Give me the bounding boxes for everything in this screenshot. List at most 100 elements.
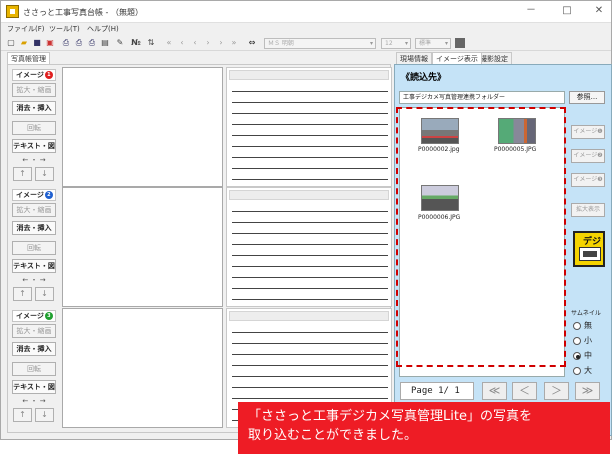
print-setup-icon[interactable]: ⎙	[87, 38, 97, 48]
number-icon[interactable]: №	[131, 38, 141, 48]
menu-tools[interactable]: ツール(T)	[49, 24, 80, 34]
image-label-3: イメージ 3	[12, 310, 56, 322]
digicame-link-button[interactable]: デジ	[573, 231, 605, 267]
info-line	[232, 146, 388, 147]
tab-image-view[interactable]: イメージ表示	[432, 52, 482, 64]
first-page-button[interactable]: ≪	[482, 382, 507, 400]
info-column-2[interactable]	[226, 187, 392, 307]
move-down-button[interactable]: ↓	[35, 167, 54, 181]
caption-banner: 「ささっと工事デジカメ写真管理Lite」の写真を 取り込むことができました。	[238, 402, 610, 454]
chevron-down-icon: ▾	[369, 40, 373, 47]
new-file-icon[interactable]: ▢	[6, 38, 16, 48]
page-indicator: Page 1/ 1	[400, 382, 474, 400]
info-line	[232, 299, 388, 300]
printer-icon[interactable]: ▤	[100, 38, 110, 48]
badge-3: 3	[44, 312, 53, 320]
font-size-combo[interactable]: 12 ▾	[381, 38, 411, 49]
banner-line-1: 「ささっと工事デジカメ写真管理Lite」の写真を	[248, 409, 532, 424]
next-page-button[interactable]: ＞	[544, 382, 569, 400]
window-title: ささっと工事写真台帳 - （無題）	[23, 8, 143, 17]
move-down-button[interactable]: ↓	[35, 287, 54, 301]
last-page-icon[interactable]: »	[229, 38, 239, 48]
radio-none[interactable]: 無	[573, 320, 592, 331]
enlarge-view-button[interactable]: 拡大表示	[571, 203, 605, 217]
send-to-image-3-button[interactable]: イメージ❸	[571, 173, 605, 187]
move-up-button[interactable]: ↑	[13, 287, 32, 301]
arrow-controls[interactable]: ← ・ →	[12, 396, 56, 406]
prev-icon[interactable]: ‹	[190, 38, 200, 48]
right-pane: 現場情報 イメージ表示 撮影設定 《読込先》 工事デジカメ写真管理連携フォルダー…	[394, 52, 612, 437]
photo-slot-2[interactable]	[62, 187, 223, 307]
info-line	[232, 255, 388, 256]
move-up-button[interactable]: ↑	[13, 408, 32, 422]
print-icon[interactable]: ⎙	[74, 38, 84, 48]
digicame-label: デジ	[583, 237, 602, 247]
info-line	[232, 277, 388, 278]
font-name-combo[interactable]: ＭＳ 明朝 ▾	[264, 38, 376, 49]
menu-file[interactable]: ファイル(F)	[7, 24, 45, 34]
info-line	[232, 332, 388, 333]
send-to-image-2-button[interactable]: イメージ❷	[571, 149, 605, 163]
text-figure-button[interactable]: テキスト・図	[12, 139, 56, 153]
erase-insert-button[interactable]: 消去・挿入	[12, 342, 56, 356]
close-button[interactable]: ✕	[589, 4, 609, 18]
arrow-controls[interactable]: ← ・ →	[12, 275, 56, 285]
prev-block-icon[interactable]: ‹	[177, 38, 187, 48]
text-figure-button[interactable]: テキスト・図	[12, 259, 56, 273]
photo-block-2: イメージ 2 拡大・縮画 消去・挿入 回転 テキスト・図 ← ・ → ↑ ↓	[8, 187, 392, 307]
font-style-combo[interactable]: 標準 ▾	[415, 38, 451, 49]
photo-album-pane: イメージ 1 拡大・縮画 消去・挿入 回転 テキスト・図 ← ・ → ↑ ↓ イ…	[7, 64, 392, 433]
tab-site-info[interactable]: 現場情報	[396, 52, 432, 64]
radio-medium[interactable]: 中	[573, 350, 592, 361]
open-folder-icon[interactable]: ▰	[19, 38, 29, 48]
highlight-dashed-frame	[396, 107, 566, 367]
print-preview-icon[interactable]: ⎙	[61, 38, 71, 48]
font-name-value: ＭＳ 明朝	[268, 40, 294, 47]
chevron-down-icon: ▾	[444, 40, 448, 47]
move-up-button[interactable]: ↑	[13, 167, 32, 181]
maximize-button[interactable]: □	[557, 4, 577, 18]
pen-icon[interactable]: ✎	[115, 38, 125, 48]
arrow-controls[interactable]: ← ・ →	[12, 155, 56, 165]
info-line	[232, 354, 388, 355]
send-to-image-1-button[interactable]: イメージ❶	[571, 125, 605, 139]
radio-small[interactable]: 小	[573, 335, 592, 346]
zoom-button[interactable]: 拡大・縮画	[12, 83, 56, 97]
radio-large[interactable]: 大	[573, 365, 592, 376]
prev-page-button[interactable]: ＜	[512, 382, 537, 400]
save-icon[interactable]: ■	[32, 38, 42, 48]
browse-button[interactable]: 参照...	[569, 91, 605, 104]
photo-slot-3[interactable]	[62, 308, 223, 428]
erase-insert-button[interactable]: 消去・挿入	[12, 221, 56, 235]
tab-photo-album[interactable]: 写真帳管理	[7, 52, 50, 64]
color-swatch[interactable]	[455, 38, 465, 48]
next-block-icon[interactable]: ›	[216, 38, 226, 48]
font-style-value: 標準	[419, 40, 432, 47]
menu-help[interactable]: ヘルプ(H)	[87, 24, 119, 34]
sort-icon[interactable]: ⇅	[146, 38, 156, 48]
rotate-button[interactable]: 回転	[12, 241, 56, 255]
pdf-icon[interactable]: ▣	[45, 38, 55, 48]
info-line	[232, 343, 388, 344]
zoom-button[interactable]: 拡大・縮画	[12, 324, 56, 338]
swap-arrows-icon[interactable]: ⇔	[247, 38, 257, 48]
menu-bar: ファイル(F) ツール(T) ヘルプ(H)	[1, 23, 611, 36]
info-column-1[interactable]	[226, 67, 392, 187]
move-down-button[interactable]: ↓	[35, 408, 54, 422]
source-folder-field[interactable]: 工事デジカメ写真管理連携フォルダー	[399, 91, 565, 104]
info-line	[232, 266, 388, 267]
info-line	[232, 288, 388, 289]
photo-slot-1[interactable]	[62, 67, 223, 187]
badge-2: 2	[44, 191, 53, 199]
erase-insert-button[interactable]: 消去・挿入	[12, 101, 56, 115]
minimize-button[interactable]: －	[521, 4, 541, 18]
info-line	[232, 135, 388, 136]
next-icon[interactable]: ›	[203, 38, 213, 48]
rotate-button[interactable]: 回転	[12, 362, 56, 376]
zoom-button[interactable]: 拡大・縮画	[12, 203, 56, 217]
last-page-button[interactable]: ≫	[575, 382, 600, 400]
rotate-button[interactable]: 回転	[12, 121, 56, 135]
app-logo-icon	[6, 5, 19, 18]
first-page-icon[interactable]: «	[164, 38, 174, 48]
text-figure-button[interactable]: テキスト・図	[12, 380, 56, 394]
